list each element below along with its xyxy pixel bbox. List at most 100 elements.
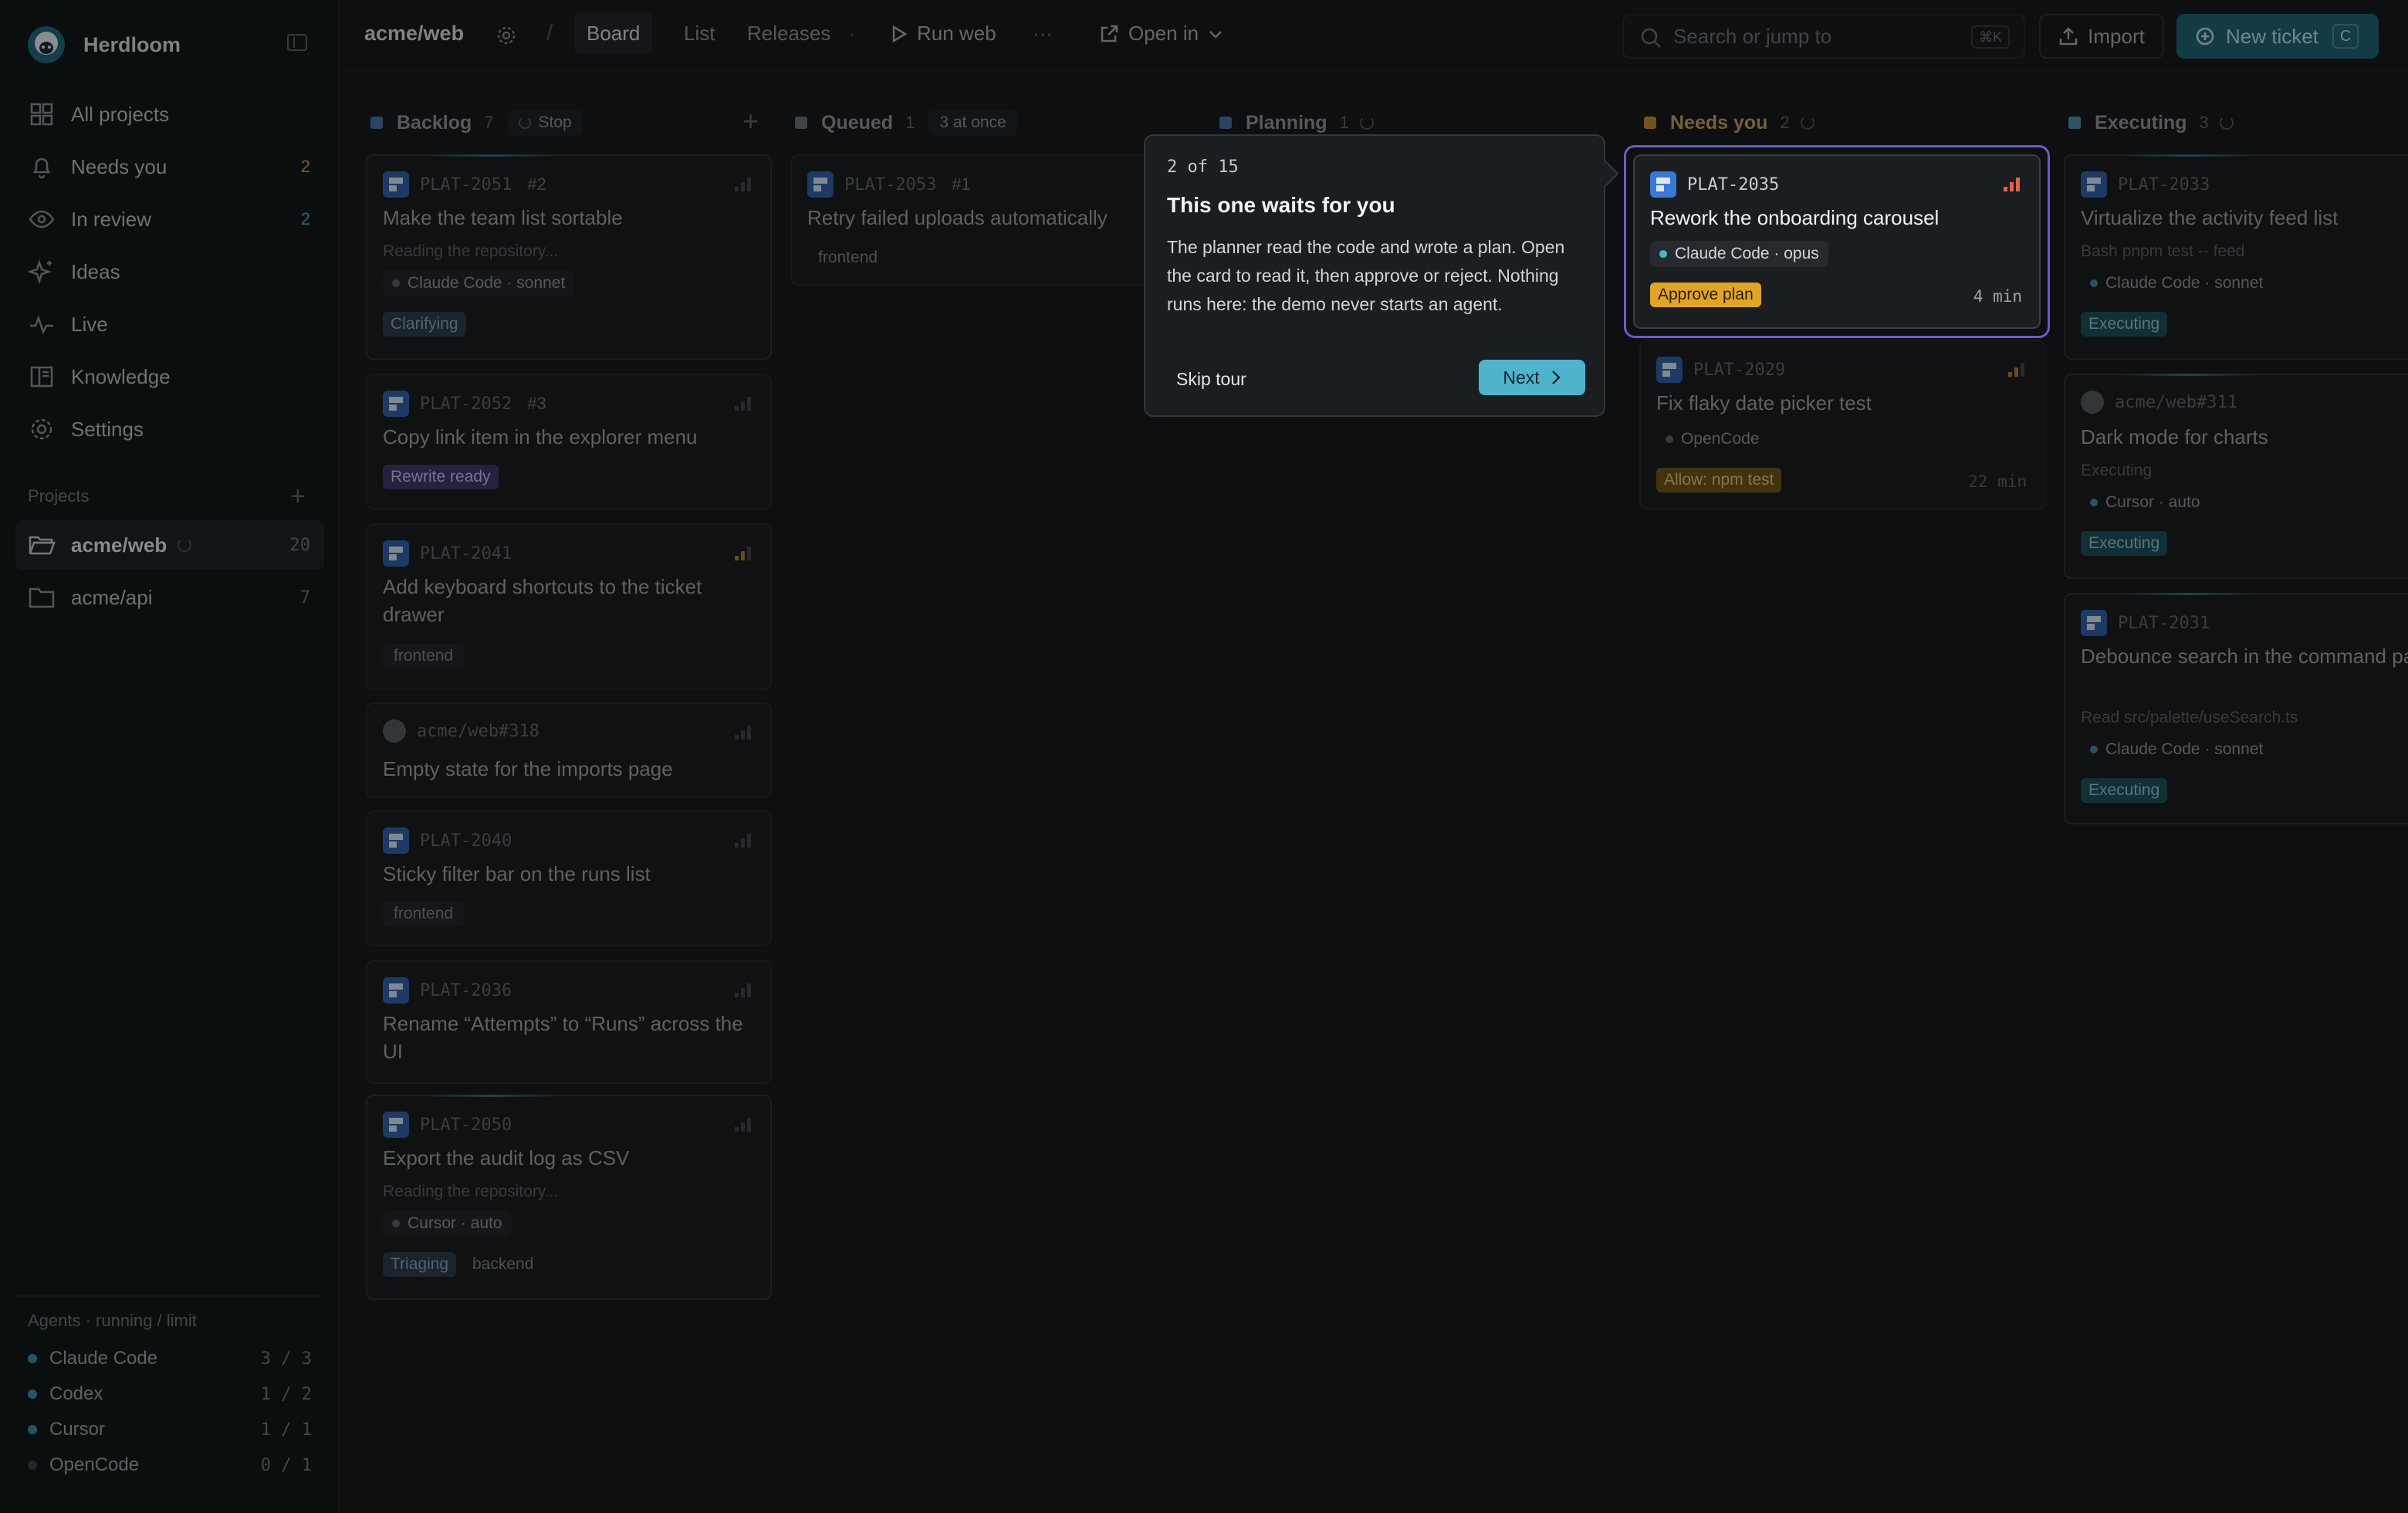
status-badge: Executing — [2081, 312, 2168, 337]
next-button[interactable]: Next — [1479, 360, 1585, 395]
tour-body: The planner read the code and wrote a pl… — [1167, 237, 1565, 314]
ticket-card[interactable]: PLAT-2050 Export the audit log as CSV Re… — [366, 1095, 772, 1300]
tab-board[interactable]: Board — [574, 12, 653, 54]
new-ticket-button[interactable]: New ticket C — [2176, 14, 2379, 59]
ticket-card[interactable]: PLAT-2029 Fix flaky date picker test Ope… — [1639, 340, 2045, 509]
agent-label: Claude Code · sonnet — [408, 274, 566, 292]
column-color-marker — [1644, 117, 1656, 129]
ticket-status-text: Read src/palette/useSearch.ts — [2081, 709, 2298, 726]
projects-section-label: Projects — [28, 486, 90, 506]
ticket-title: Export the audit log as CSV — [383, 1146, 630, 1169]
agent-name: Cursor — [49, 1419, 106, 1440]
agent-name: OpenCode — [49, 1454, 140, 1475]
ticket-position: #3 — [527, 394, 546, 413]
nav-needs-you[interactable]: Needs you 2 — [15, 140, 324, 193]
ticket-card[interactable]: PLAT-2052 #3 Copy link item in the explor… — [366, 374, 772, 509]
agent-usage: 1 / 1 — [260, 1420, 312, 1440]
jira-icon — [383, 977, 409, 1004]
label-tag: backend — [472, 1255, 534, 1273]
eye-icon — [29, 210, 55, 228]
ticket-card[interactable]: PLAT-2036 Rename “Attempts” to “Runs” ac… — [366, 960, 772, 1084]
jira-icon — [1656, 357, 1683, 383]
tour-popover: 2 of 15 This one waits for you The plann… — [1144, 134, 1605, 417]
search-shortcut: ⌘K — [1970, 25, 2010, 49]
concurrency-chip[interactable]: 3 at once — [928, 110, 1017, 136]
ticket-card[interactable]: PLAT-2051 #2 Make the team list sortable … — [366, 154, 772, 360]
ticket-id: PLAT-2051 #2 — [383, 171, 546, 198]
next-label: Next — [1503, 367, 1540, 388]
jira-icon — [383, 171, 409, 198]
divider — [15, 1295, 324, 1297]
skip-tour-button[interactable]: Skip tour — [1176, 369, 1246, 390]
ticket-card[interactable]: PLAT-2053 #1 Retry failed uploads automat… — [790, 154, 1196, 286]
status-dot — [28, 1389, 37, 1399]
ticket-card[interactable]: PLAT-2033 Virtualize the activity feed l… — [2064, 154, 2408, 360]
ticket-card[interactable]: acme/web#318 Empty state for the imports… — [366, 702, 772, 798]
nav-knowledge[interactable]: Knowledge — [15, 350, 324, 403]
ticket-title: Rename “Attempts” to “Runs” across the U… — [383, 1012, 743, 1063]
more-menu-icon[interactable]: ··· — [1033, 22, 1053, 46]
label-tag: frontend — [818, 249, 878, 266]
ticket-key: PLAT-2052 — [420, 394, 512, 414]
ticket-card[interactable]: PLAT-2041 Add keyboard shortcuts to the … — [366, 523, 772, 690]
project-acme-api[interactable]: acme/api 7 — [15, 573, 324, 622]
brand[interactable]: Herdloom — [26, 25, 181, 65]
ticket-id: acme/web#318 — [383, 719, 539, 743]
ticket-card[interactable]: acme/web#311 Dark mode for charts Execut… — [2064, 374, 2408, 579]
search-input[interactable]: Search or jump to ⌘K — [1622, 14, 2025, 59]
add-project-icon[interactable]: + — [290, 483, 306, 509]
nav-all-projects[interactable]: All projects — [15, 88, 324, 140]
column-title: Executing — [2095, 111, 2187, 134]
ticket-card[interactable]: PLAT-2040 Sticky filter bar on the runs … — [366, 811, 772, 946]
agent-dot — [1666, 435, 1673, 443]
jira-icon — [807, 171, 834, 198]
agent-dot — [1659, 250, 1667, 258]
collapse-sidebar-icon[interactable] — [287, 34, 307, 51]
breadcrumb-project[interactable]: acme/web — [364, 22, 464, 46]
agent-label: OpenCode — [1681, 430, 1760, 448]
nav-live[interactable]: Live — [15, 298, 324, 350]
nav-settings[interactable]: Settings — [15, 403, 324, 455]
pulse-icon — [30, 315, 53, 335]
agent-label: Claude Code · sonnet — [2105, 274, 2264, 292]
run-web-button[interactable]: Run web — [891, 22, 996, 46]
ticket-key: PLAT-2040 — [420, 831, 512, 851]
tab-releases[interactable]: Releases — [735, 12, 843, 54]
project-name: acme/web — [71, 533, 167, 557]
project-acme-web[interactable]: acme/web 20 — [15, 520, 324, 570]
approve-plan-button[interactable]: Approve plan — [1650, 283, 1761, 307]
column-count: 1 — [905, 113, 915, 132]
ticket-key: PLAT-2041 — [420, 543, 512, 564]
open-in-dropdown[interactable]: Open in — [1099, 22, 1223, 46]
jira-icon — [1650, 171, 1676, 198]
separator-dot: · — [849, 22, 856, 45]
ticket-id: PLAT-2031 — [2081, 610, 2210, 636]
allow-command-button[interactable]: Allow: npm test — [1656, 468, 1782, 492]
import-label: Import — [2088, 24, 2145, 48]
agent-dot — [2090, 746, 2098, 753]
nav-ideas[interactable]: Ideas — [15, 245, 324, 298]
upload-icon — [2059, 27, 2078, 46]
ticket-card[interactable]: PLAT-2031 Debounce search in the command… — [2064, 593, 2408, 824]
stop-button[interactable]: Stop — [507, 110, 583, 136]
project-name: acme/api — [71, 585, 153, 609]
nav-label: Settings — [71, 417, 144, 441]
agents-section-label: Agents · running / limit — [28, 1311, 197, 1330]
tour-title: This one waits for you — [1167, 193, 1395, 217]
tab-list[interactable]: List — [671, 12, 727, 54]
priority-low-icon — [735, 832, 753, 848]
app-name: Herdloom — [83, 32, 181, 56]
ticket-id: PLAT-2053 #1 — [807, 171, 971, 198]
import-button[interactable]: Import — [2039, 14, 2164, 59]
agent-pill: Claude Code · opus — [1650, 241, 1828, 267]
nav-in-review[interactable]: In review 2 — [15, 193, 324, 245]
add-card-icon[interactable]: + — [742, 105, 759, 137]
ticket-title: Fix flaky date picker test — [1656, 391, 1872, 415]
column-header-queued: Queued 1 3 at once — [795, 107, 1017, 139]
jira-icon — [383, 540, 409, 567]
gear-icon[interactable] — [494, 23, 519, 48]
ticket-card-spotlight[interactable]: PLAT-2035 Rework the onboarding carousel… — [1633, 154, 2041, 329]
agent-name: Claude Code — [49, 1348, 158, 1369]
column-title: Queued — [821, 111, 894, 134]
agent-dot — [2090, 279, 2098, 287]
